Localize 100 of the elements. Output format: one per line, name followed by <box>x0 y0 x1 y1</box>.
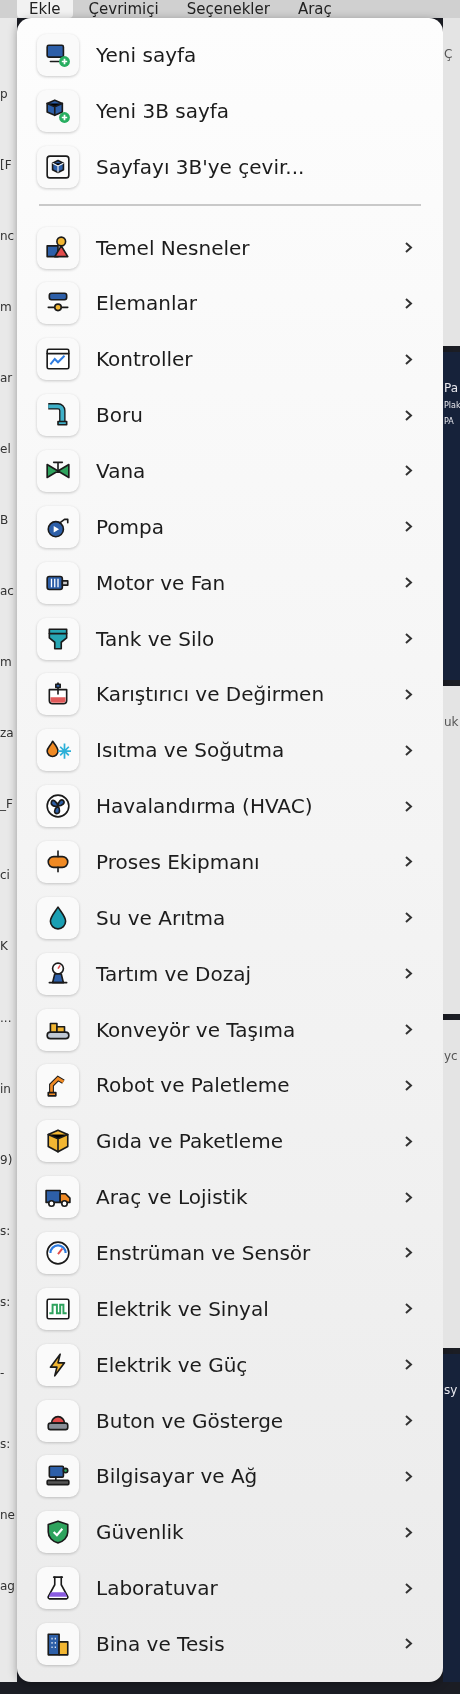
chevron-icon <box>404 1246 413 1260</box>
background-text: _F <box>0 797 14 812</box>
background-text: - <box>0 1365 6 1380</box>
menu-item-label: Proses Ekipmanı <box>96 849 261 874</box>
background-text: el <box>0 441 12 456</box>
menu-item-label: Karıştırıcı ve Değirmen <box>96 682 326 707</box>
menu-item[interactable]: Temel Nesneler <box>17 219 443 276</box>
menu-item[interactable]: Motor ve Fan <box>17 554 443 611</box>
chevron-icon <box>404 1637 413 1651</box>
menu-item[interactable]: Elemanlar <box>17 275 443 332</box>
background-text: ar <box>0 370 14 385</box>
menu-item[interactable]: Tartım ve Dozaj <box>17 945 443 1002</box>
menu-item[interactable]: Bina ve Tesis <box>17 1616 443 1672</box>
chevron-icon <box>404 687 413 701</box>
menu-item[interactable]: Bilgisayar ve Ağ <box>17 1448 443 1505</box>
menu-item[interactable]: Laboratuvar <box>17 1560 443 1617</box>
menu-item[interactable]: Boru <box>17 387 443 443</box>
menu-item[interactable]: Robot ve Paletleme <box>17 1057 443 1114</box>
background-text: Pa <box>444 382 460 394</box>
background-text: Ç <box>444 48 454 60</box>
chevron-icon <box>404 1134 413 1148</box>
menu-item-label: Tank ve Silo <box>96 626 216 651</box>
menu-item-label: Tartım ve Dozaj <box>96 961 253 986</box>
background-text: ag <box>0 1579 16 1594</box>
menu-item-label: Gıda ve Paketleme <box>96 1129 284 1154</box>
background-text: ne <box>0 1508 16 1523</box>
menu-item-label: Yeni sayfa <box>96 42 198 67</box>
box-icon <box>45 1128 71 1155</box>
menu-item[interactable]: Araç ve Lojistik <box>17 1169 443 1226</box>
menu-item[interactable]: Yeni 3B sayfa <box>17 82 443 139</box>
background-text: nc <box>0 228 16 243</box>
menu-item[interactable]: Karıştırıcı ve Değirmen <box>17 666 443 723</box>
menu-item[interactable]: Tank ve Silo <box>17 610 443 667</box>
background-text: uk <box>444 716 460 728</box>
menu-item[interactable]: Güvenlik <box>17 1504 443 1561</box>
chevron-icon <box>404 1023 413 1037</box>
menu-item-label: Güvenlik <box>96 1520 185 1545</box>
background-text: s: <box>0 1294 12 1309</box>
background-text: PA <box>444 418 455 426</box>
chevron-icon <box>404 1525 413 1539</box>
background-text: s: <box>0 1223 12 1238</box>
menu-item[interactable]: Havalandırma (HVAC) <box>17 778 443 835</box>
background-text: 9) <box>0 1152 14 1167</box>
menu-item-label: Motor ve Fan <box>96 570 227 595</box>
chevron-icon <box>404 1414 413 1428</box>
menu-item[interactable]: Elektrik ve Güç <box>17 1336 443 1393</box>
menu-item[interactable]: Buton ve Gösterge <box>17 1392 443 1449</box>
menu-item[interactable]: Isıtma ve Soğutma <box>17 722 443 779</box>
menu-item-label: Elemanlar <box>96 291 198 316</box>
chevron-icon <box>404 296 413 310</box>
menu-item[interactable]: Sayfayı 3B'ye çevir... <box>17 138 443 195</box>
background-text: ac <box>0 584 15 599</box>
chevron-icon <box>404 1302 413 1316</box>
background-text: [F <box>0 157 13 172</box>
chevron-icon <box>404 855 413 869</box>
chevron-icon <box>404 632 413 645</box>
fan-icon <box>45 793 71 820</box>
menubar-item[interactable]: Ekle <box>17 0 73 18</box>
menu-item-label: Bilgisayar ve Ağ <box>96 1464 259 1489</box>
background-text: ... <box>0 1010 13 1025</box>
monitor-plus-icon <box>45 41 71 68</box>
chevron-icon <box>404 1078 413 1092</box>
menu-item[interactable]: Su ve Arıtma <box>17 889 443 946</box>
chevron-icon <box>404 1469 413 1483</box>
menu-item[interactable]: Yeni sayfa <box>17 27 443 83</box>
chevron-icon <box>404 241 413 254</box>
menu-item[interactable]: Enstrüman ve Sensör <box>17 1225 443 1281</box>
tank-icon <box>45 848 71 875</box>
menu-item[interactable]: Pompa <box>17 498 443 555</box>
menu-item[interactable]: Kontroller <box>17 331 443 388</box>
chevron-icon <box>404 408 413 422</box>
menu-item-label: Sayfayı 3B'ye çevir... <box>96 154 306 179</box>
background-text: m <box>0 299 13 314</box>
signal-icon <box>45 1295 71 1322</box>
menubar-item[interactable]: Araç <box>285 0 344 18</box>
menu-item-label: Vana <box>96 458 147 483</box>
menu-item[interactable]: Proses Ekipmanı <box>17 834 443 890</box>
background-text: Plak <box>444 402 460 410</box>
background-text: p <box>0 86 9 101</box>
flask-icon <box>45 1575 71 1602</box>
menu-item-label: Araç ve Lojistik <box>96 1185 249 1210</box>
chevron-icon <box>404 352 413 366</box>
menubar-item[interactable]: Çevrimiçi <box>76 0 171 18</box>
menu-item[interactable]: Vana <box>17 443 443 499</box>
menu-item-label: Elektrik ve Güç <box>96 1352 249 1377</box>
chevron-icon <box>404 743 413 757</box>
menu-item-label: Isıtma ve Soğutma <box>96 738 286 763</box>
background-text: B <box>0 513 10 527</box>
menu-item[interactable]: Elektrik ve Sinyal <box>17 1280 443 1337</box>
menubar-item[interactable]: Seçenekler <box>174 0 282 18</box>
menu-item-label: Laboratuvar <box>96 1576 219 1601</box>
background-text: m <box>0 655 13 670</box>
chevron-icon <box>404 576 413 590</box>
menu-item[interactable]: Konveyör ve Taşıma <box>17 1001 443 1058</box>
menu-item-label: Boru <box>96 403 144 428</box>
cube-plus-icon <box>45 97 71 124</box>
chart-icon <box>45 346 71 373</box>
menu-item[interactable]: Gıda ve Paketleme <box>17 1113 443 1170</box>
menu-item-label: Buton ve Gösterge <box>96 1408 285 1433</box>
chevron-icon <box>404 1190 413 1204</box>
